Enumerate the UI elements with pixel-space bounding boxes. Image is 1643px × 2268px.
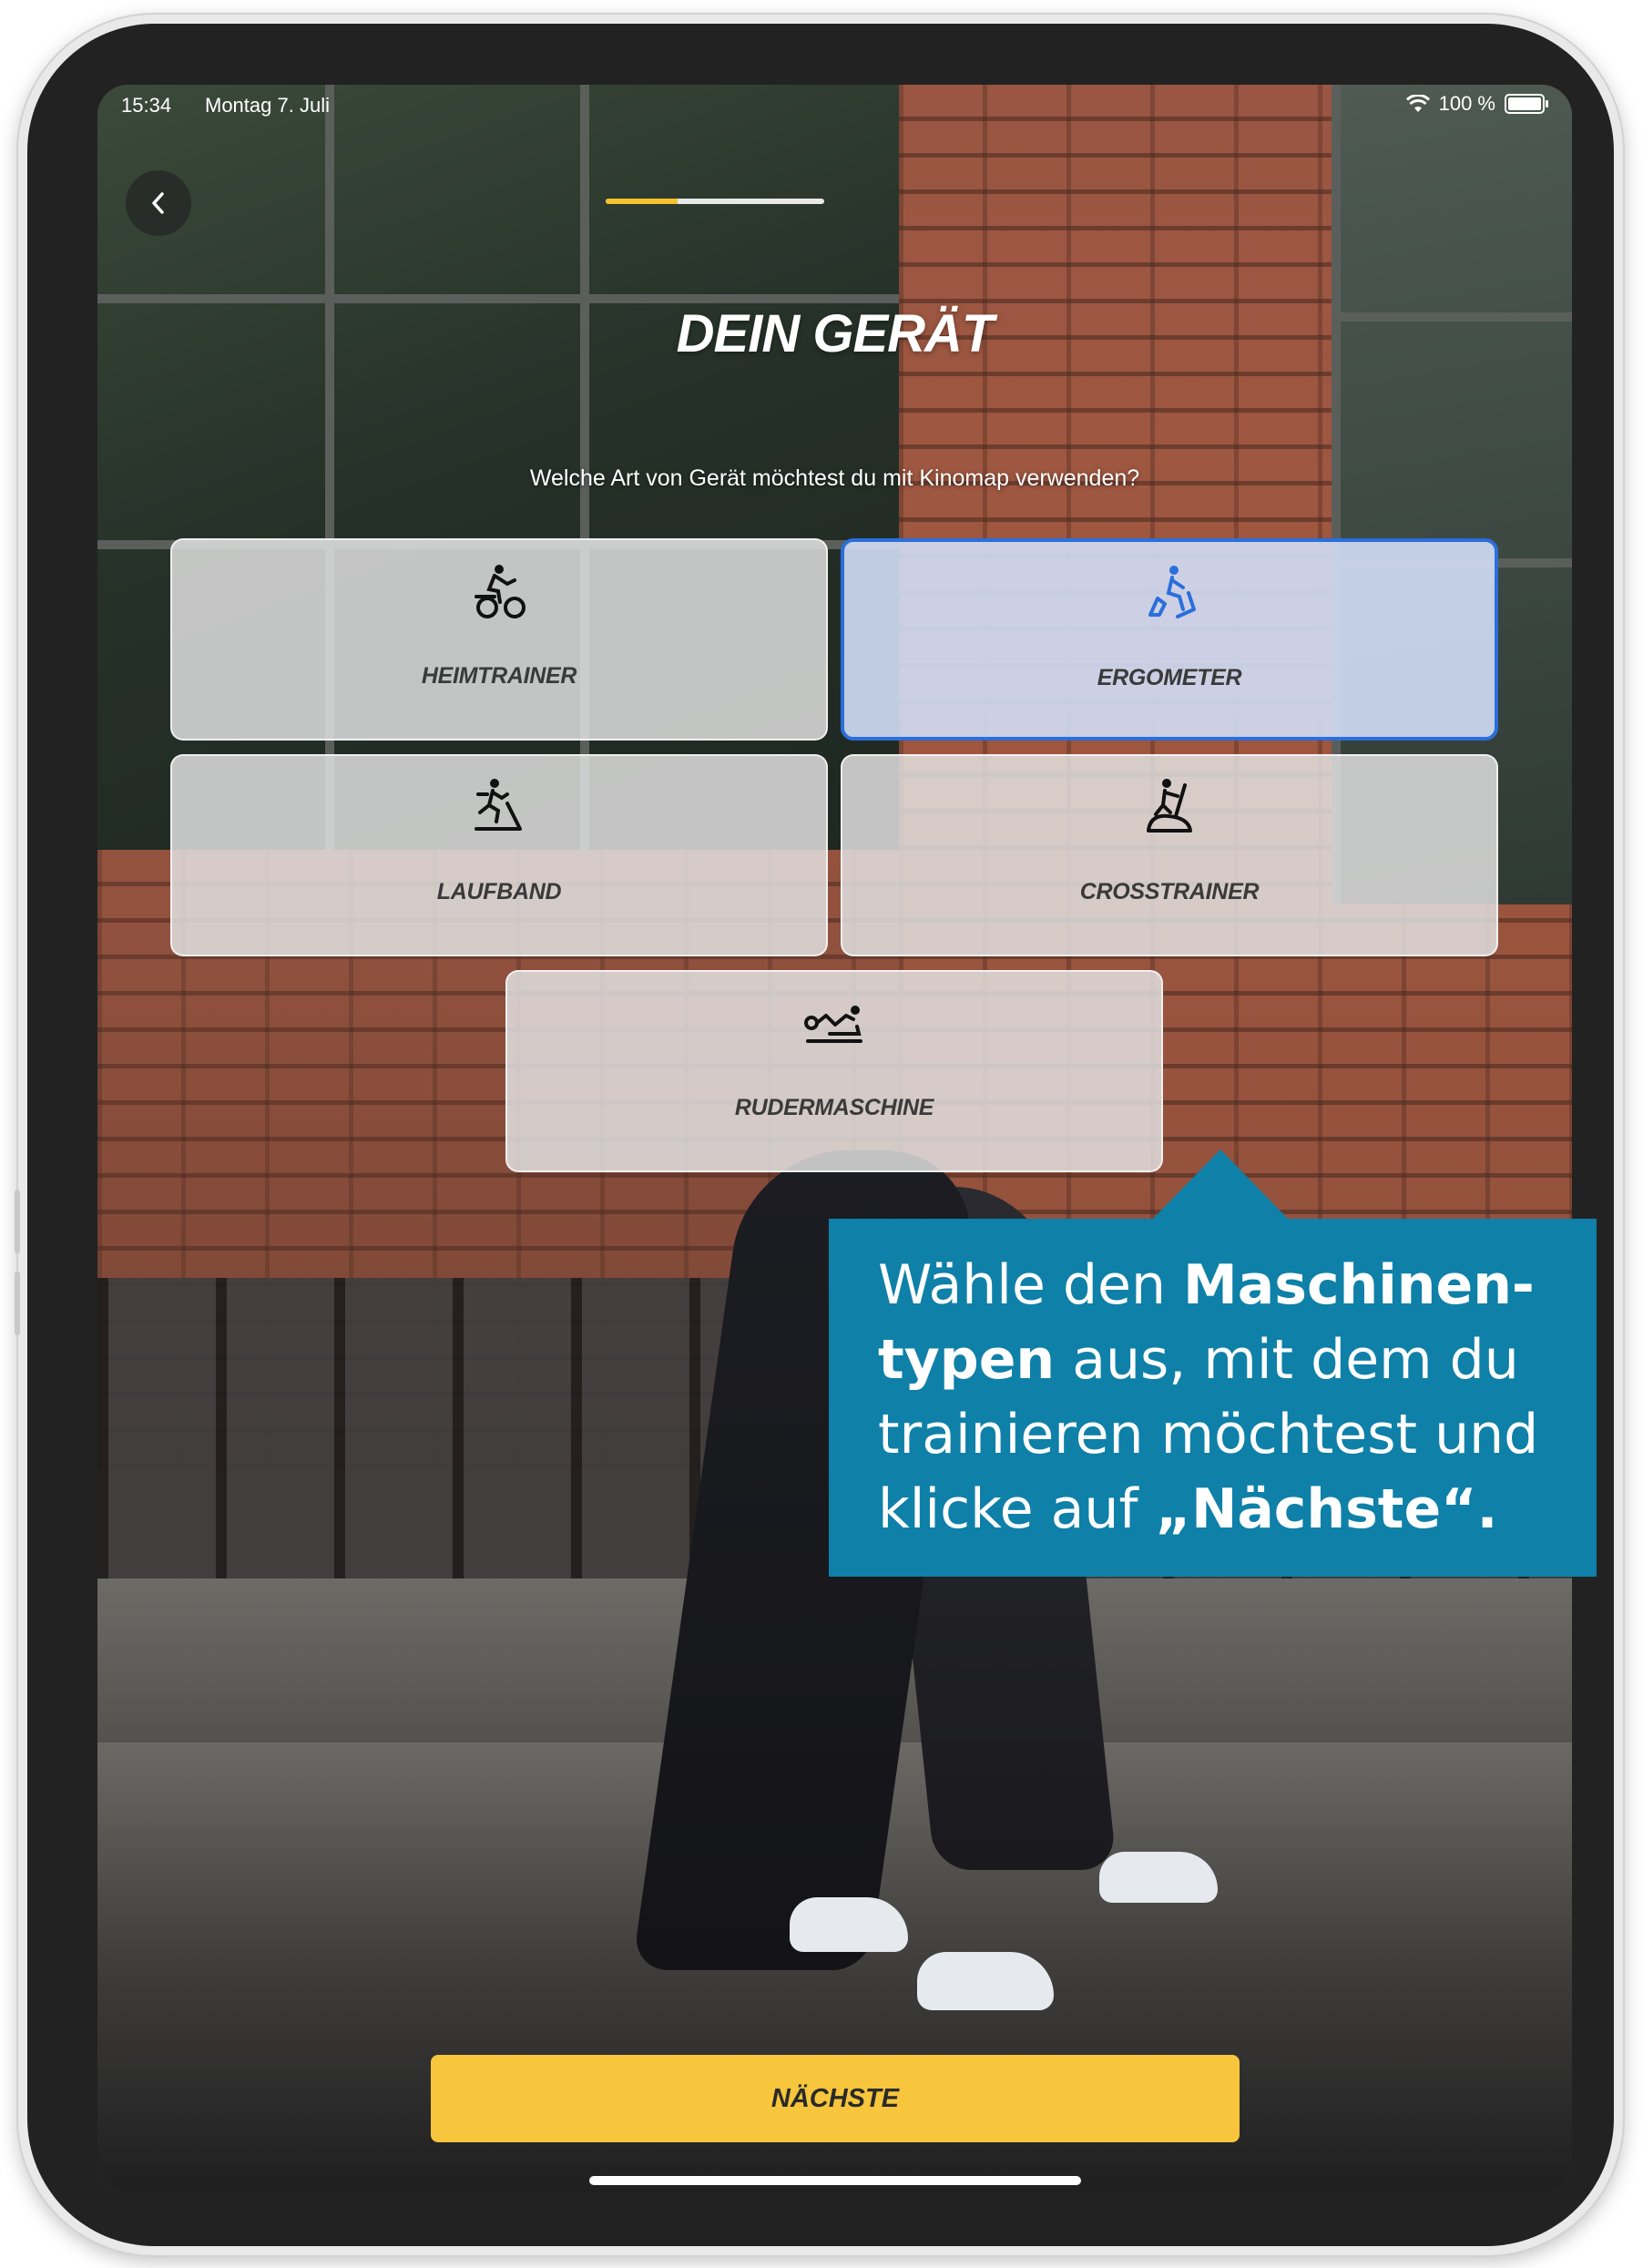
crosstrainer-icon <box>1147 779 1192 833</box>
instruction-callout: Wähle den Maschinen-typen aus, mit dem d… <box>829 1219 1597 1577</box>
device-option-label: LAUFBAND <box>436 879 562 904</box>
device-option-laufband[interactable]: LAUFBAND <box>170 754 828 956</box>
page-title: DEIN GERÄT <box>676 304 995 363</box>
onboarding-progress-bar <box>606 199 824 204</box>
battery-icon <box>1505 94 1548 114</box>
side-button <box>15 1272 20 1335</box>
runner-shoe <box>790 1897 908 1952</box>
device-option-label: HEIMTRAINER <box>421 663 577 689</box>
device-option-label: RUDERMASCHINE <box>734 1095 934 1120</box>
callout-text: Wähle den <box>878 1253 1184 1317</box>
runner-shoe <box>917 1952 1054 2010</box>
device-option-rudermaschine[interactable]: RUDERMASCHINE <box>505 970 1163 1172</box>
exercise-bike-icon <box>475 565 526 618</box>
rowing-machine-icon <box>804 1006 862 1043</box>
next-button-label: NÄCHSTE <box>770 2083 900 2113</box>
next-button[interactable]: NÄCHSTE <box>431 2055 1240 2142</box>
device-option-label: CROSSTRAINER <box>1079 879 1260 904</box>
treadmill-icon <box>475 779 522 831</box>
device-option-crosstrainer[interactable]: CROSSTRAINER <box>841 754 1498 956</box>
callout-bold-text: „Nächste“. <box>1155 1477 1498 1541</box>
chevron-left-icon <box>152 192 164 214</box>
side-button <box>15 1190 20 1253</box>
status-bar: 15:34 Montag 7. Juli 100 % <box>97 85 1572 130</box>
battery-percentage: 100 % <box>1438 92 1495 115</box>
callout-pointer <box>1151 1149 1290 1221</box>
ergometer-icon <box>1148 566 1196 618</box>
device-option-ergometer[interactable]: ERGOMETER <box>841 538 1498 741</box>
device-option-label: ERGOMETER <box>1097 665 1242 690</box>
status-time: 15:34 <box>121 94 172 117</box>
back-button[interactable] <box>126 170 191 236</box>
home-indicator[interactable] <box>589 2176 1081 2185</box>
page-subtitle: Welche Art von Gerät möchtest du mit Kin… <box>529 465 1140 491</box>
runner-shoe <box>1099 1852 1218 1903</box>
status-date: Montag 7. Juli <box>205 94 330 117</box>
progress-fill <box>606 199 679 204</box>
wifi-icon <box>1405 95 1430 112</box>
device-option-heimtrainer[interactable]: HEIMTRAINER <box>170 538 828 741</box>
app-screen: 15:34 Montag 7. Juli 100 % DEIN GERÄT We… <box>97 85 1572 2193</box>
